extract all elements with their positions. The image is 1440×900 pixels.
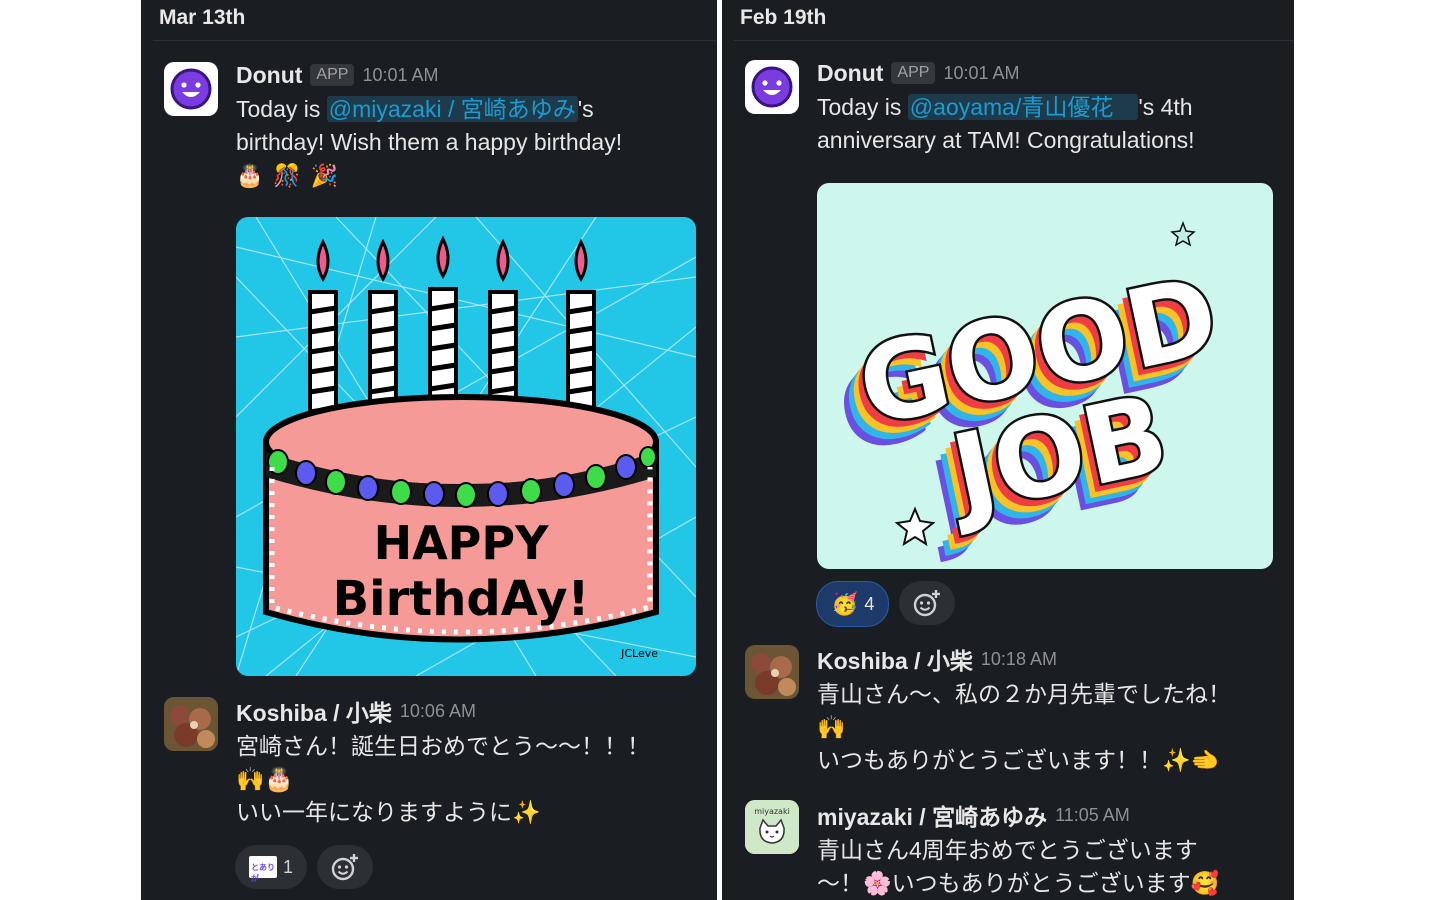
cake-emoji: 🎂 (236, 163, 264, 188)
message-emoji: 🙌🎂 (236, 766, 294, 792)
message-text: 青山さん4周年おめでとうございます (817, 837, 1198, 863)
timestamp[interactable]: 10:01 AM (943, 63, 1019, 84)
sender-name[interactable]: Donut (236, 62, 302, 89)
timestamp[interactable]: 10:06 AM (400, 701, 476, 722)
message-emoji: 🙌 (817, 714, 846, 740)
good-job-card-image[interactable]: GOOD GOOD GOOD GOOD GOOD JOB JOB JOB JOB… (817, 183, 1273, 569)
date-divider: Mar 13th (159, 6, 246, 29)
koshiba-avatar[interactable] (164, 697, 218, 751)
message-donut-anniversary: Donut APP 10:01 AM Today is @aoyama/青山優花… (817, 58, 1280, 157)
app-badge: APP (891, 62, 936, 84)
message-text: Today is (236, 96, 327, 122)
koshiba-avatar[interactable] (745, 645, 799, 699)
message-miyazaki: miyazaki / 宮崎あゆみ 11:05 AM 青山さん4周年おめでとうござ… (817, 800, 1280, 900)
date-divider: Feb 19th (740, 6, 827, 29)
divider (153, 40, 717, 41)
card-text-birthday: BirthdAy! (333, 571, 590, 627)
user-mention[interactable]: @miyazaki / 宮崎あゆみ (326, 96, 578, 122)
donut-logo-icon (170, 68, 212, 110)
card-signature: JCLeve (620, 647, 658, 660)
miyazaki-avatar[interactable]: miyazaki (745, 800, 799, 854)
food-photo-icon (164, 697, 218, 751)
reactions-bar: とありが 1 (235, 845, 374, 889)
message-text: Today is (817, 94, 908, 120)
add-reaction-button[interactable] (899, 581, 956, 625)
reaction-arigato[interactable]: とありが 1 (235, 845, 308, 889)
channel-panel-left: Mar 13th Donut APP 10:01 AM Today is @mi… (141, 0, 717, 900)
add-emoji-icon (914, 590, 941, 617)
timestamp[interactable]: 10:18 AM (981, 649, 1057, 670)
reaction-count: 1 (283, 856, 294, 877)
sender-name[interactable]: Donut (817, 60, 883, 87)
arigato-sticker-icon: とありが (249, 856, 277, 883)
partying-face-emoji: 🥳 (831, 591, 859, 616)
message-text: 宮崎さん！誕生日おめでとう〜〜！！！ (236, 733, 650, 759)
sender-name[interactable]: Koshiba / 小柴 (236, 694, 392, 728)
add-reaction-button[interactable] (317, 845, 374, 889)
reaction-partying-face[interactable]: 🥳 4 (816, 581, 890, 627)
confetti-ball-emoji: 🎊 (273, 163, 301, 188)
food-photo-icon (745, 645, 799, 699)
donut-avatar[interactable] (745, 60, 799, 114)
sender-name[interactable]: Koshiba / 小柴 (817, 642, 973, 676)
sender-name[interactable]: miyazaki / 宮崎あゆみ (817, 798, 1047, 832)
reaction-count: 4 (864, 593, 875, 614)
channel-panel-right: Feb 19th Donut APP 10:01 AM Today is @ao… (722, 0, 1294, 900)
message-text: 青山さん〜、私の２か月先輩でしたね！ (817, 681, 1231, 707)
message-koshiba: Koshiba / 小柴 10:06 AM 宮崎さん！誕生日おめでとう〜〜！！！… (236, 696, 703, 829)
message-text: 〜！🌸いつもありがとうございます🥰 (817, 870, 1220, 896)
party-popper-emoji: 🎉 (310, 163, 339, 188)
message-text: birthday! Wish them a happy birthday! (236, 129, 623, 155)
message-text: いい一年になりますように✨ (236, 799, 541, 825)
cat-face-icon: miyazaki (745, 800, 799, 854)
message-text: anniversary at TAM! Congratulations! (817, 127, 1195, 153)
timestamp[interactable]: 10:01 AM (362, 65, 438, 86)
app-badge: APP (310, 64, 355, 86)
timestamp[interactable]: 11:05 AM (1055, 805, 1130, 826)
message-text: 's (577, 96, 594, 122)
birthday-card-image[interactable]: HAPPY BirthdAy! JCLeve (236, 217, 696, 676)
message-text: 's 4th (1138, 94, 1193, 120)
divider (734, 40, 1294, 41)
card-text-happy: HAPPY (374, 516, 550, 570)
message-koshiba: Koshiba / 小柴 10:18 AM 青山さん〜、私の２か月先輩でしたね！… (817, 644, 1280, 777)
message-donut-birthday: Donut APP 10:01 AM Today is @miyazaki / … (236, 60, 703, 192)
donut-logo-icon (751, 66, 793, 108)
add-emoji-icon (331, 854, 359, 881)
reactions-bar: 🥳 4 (816, 581, 956, 627)
donut-avatar[interactable] (164, 62, 218, 116)
user-mention[interactable]: @aoyama/青山優花 (907, 94, 1139, 120)
svg-text:miyazaki: miyazaki (754, 807, 790, 816)
message-text: いつもありがとうございます！！✨🫲 (817, 747, 1220, 773)
